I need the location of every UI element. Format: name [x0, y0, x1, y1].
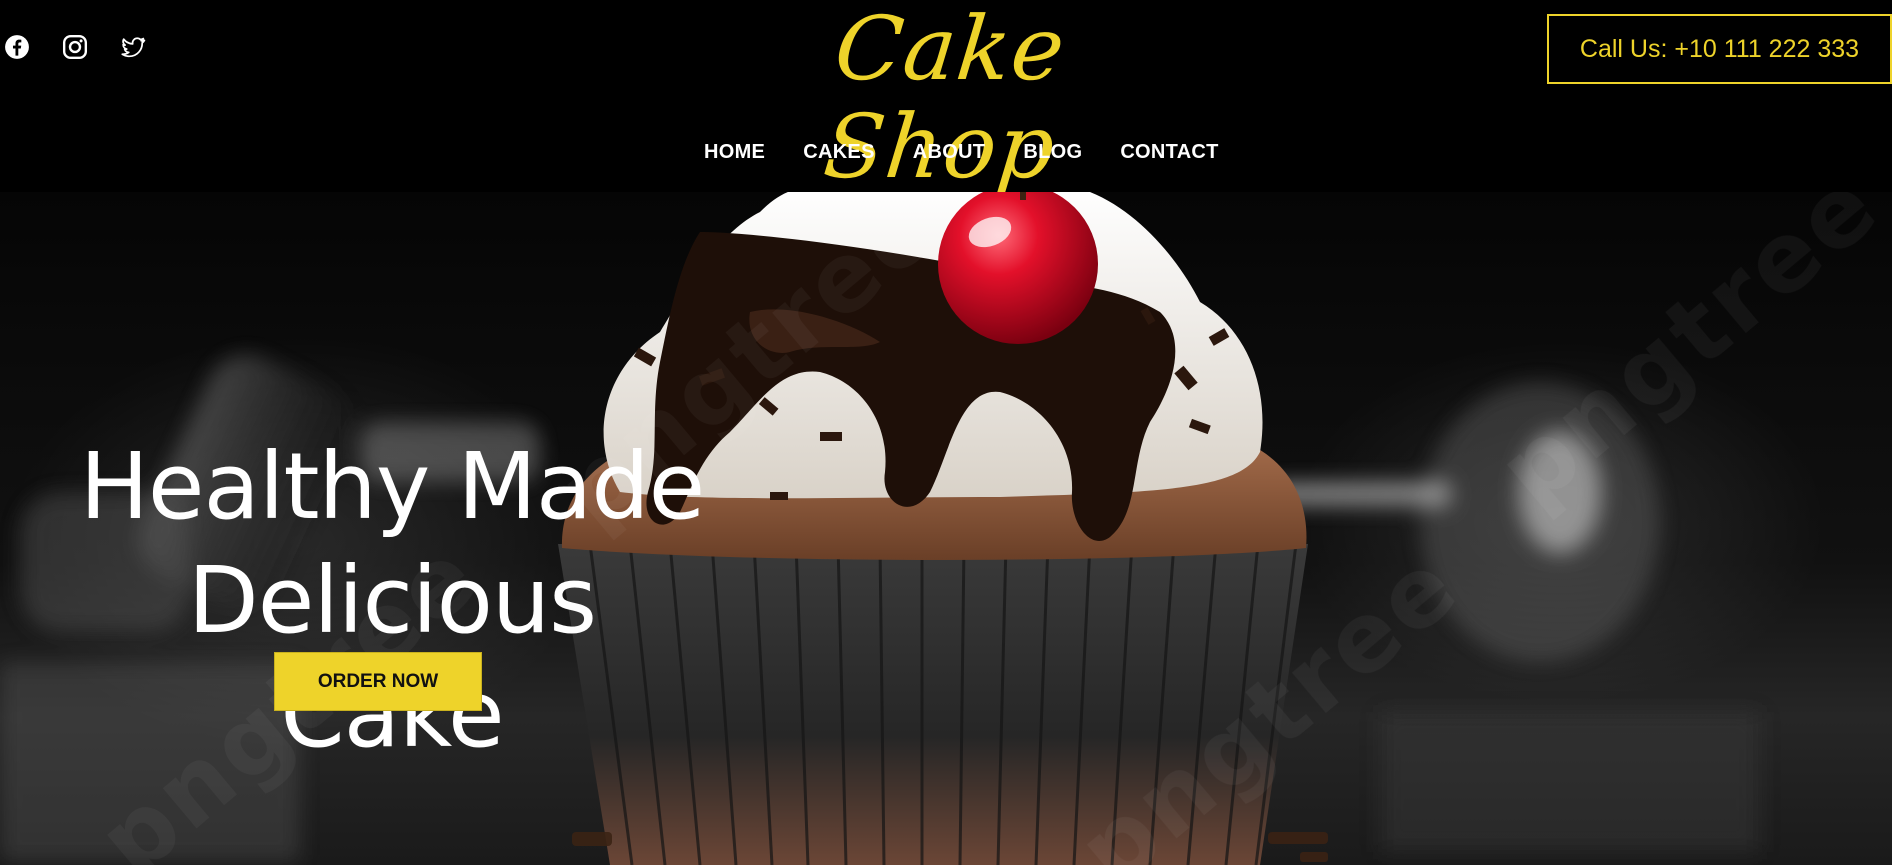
nav-contact[interactable]: CONTACT — [1101, 141, 1237, 164]
facebook-icon[interactable] — [4, 34, 30, 60]
hero-headline: Healthy Made Delicious Cake — [72, 430, 712, 772]
main-nav: HOME CAKES ABOUT BLOG CONTACT — [685, 141, 1238, 164]
nav-cakes[interactable]: CAKES — [784, 141, 894, 164]
site-logo[interactable]: Cake Shop — [735, 0, 1166, 198]
call-us-button[interactable]: Call Us: +10 111 222 333 — [1547, 14, 1892, 84]
social-links — [4, 34, 146, 60]
twitter-icon[interactable] — [120, 34, 146, 60]
instagram-icon[interactable] — [62, 34, 88, 60]
order-now-button[interactable]: ORDER NOW — [274, 652, 482, 711]
hero-headline-line1: Healthy Made — [79, 433, 706, 540]
nav-home[interactable]: HOME — [685, 141, 784, 164]
nav-blog[interactable]: BLOG — [1004, 141, 1101, 164]
nav-about[interactable]: ABOUT — [894, 141, 1005, 164]
